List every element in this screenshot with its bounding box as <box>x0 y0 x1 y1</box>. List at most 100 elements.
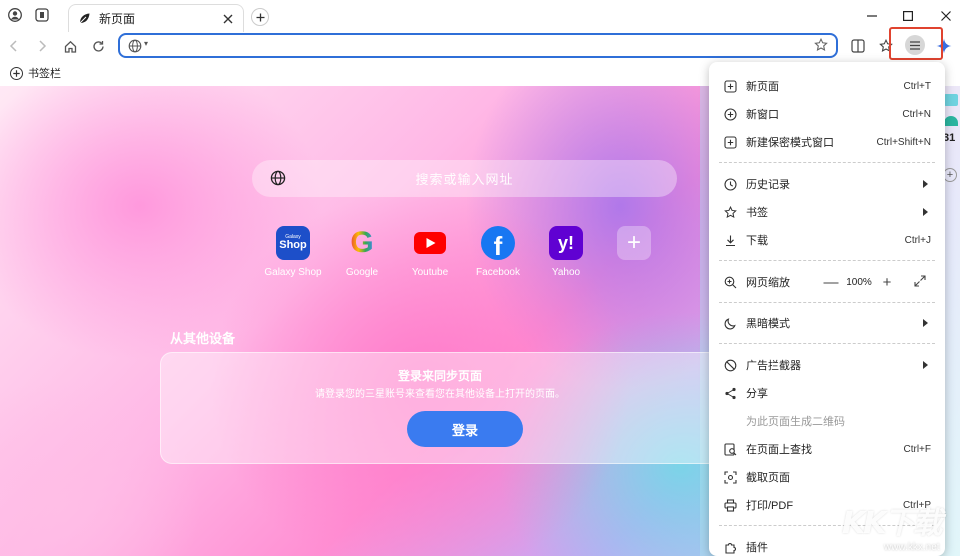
close-window-button[interactable] <box>936 6 956 26</box>
tab-bar: 新页面 <box>0 0 960 32</box>
tab-new-page[interactable]: 新页面 <box>68 4 244 32</box>
minimize-button[interactable] <box>862 6 882 26</box>
add-widget-icon[interactable]: + <box>943 168 957 182</box>
zoom-in-button[interactable]: + <box>879 274 895 291</box>
download-icon <box>723 233 737 247</box>
shortcut-facebook[interactable]: f Facebook <box>464 226 532 278</box>
submenu-arrow-icon <box>923 319 928 327</box>
bookmarks-bar-item[interactable]: 书签栏 <box>10 65 61 81</box>
back-button[interactable] <box>4 36 24 56</box>
zoom-level: 100% <box>846 276 872 288</box>
tab-manager-icon[interactable] <box>34 7 50 23</box>
shortcut-galaxy-shop[interactable]: Galaxy Shop Galaxy Shop <box>259 226 327 278</box>
qr-code-icon <box>723 414 737 428</box>
highlight-box <box>889 27 943 60</box>
menu-label: 黑暗模式 <box>746 318 790 330</box>
menu-item-screenshot[interactable]: 截取页面 <box>709 466 945 488</box>
menu-item-new-window[interactable]: 新窗口 Ctrl+N <box>709 103 945 125</box>
globe-icon <box>270 170 286 186</box>
add-shortcut-button[interactable]: + <box>600 226 668 260</box>
menu-label: 下载 <box>746 235 768 247</box>
tab-title: 新页面 <box>99 12 136 26</box>
youtube-icon <box>413 226 447 260</box>
menu-item-new-private-window[interactable]: 新建保密模式窗口 Ctrl+Shift+N <box>709 131 945 153</box>
menu-item-zoom: 网页缩放 — 100% + <box>709 271 945 293</box>
forward-button[interactable] <box>32 36 52 56</box>
private-window-icon <box>723 135 737 149</box>
clock-icon <box>723 177 737 191</box>
galaxy-shop-icon: Galaxy Shop <box>276 226 310 260</box>
close-icon[interactable] <box>221 12 235 26</box>
watermark-logo: KK下载 <box>842 506 942 541</box>
split-view-button[interactable] <box>848 36 868 56</box>
sync-title: 登录来同步页面 <box>397 369 482 383</box>
menu-divider <box>719 302 935 303</box>
printer-icon <box>723 498 737 512</box>
menu-item-new-tab[interactable]: 新页面 Ctrl+T <box>709 75 945 97</box>
menu-label: 广告拦截器 <box>746 360 801 372</box>
menu-label: 截取页面 <box>746 472 790 484</box>
star-icon[interactable] <box>814 38 828 52</box>
shortcut-label: Facebook <box>476 267 520 278</box>
galaxy-shop-badge-line2: Shop <box>279 239 307 251</box>
back-arrow-icon <box>9 40 17 52</box>
main-menu: 新页面 Ctrl+T 新窗口 Ctrl+N 新建保密模式窗口 Ctrl+Shif… <box>709 62 945 556</box>
facebook-glyph: f <box>493 230 503 261</box>
google-icon: G <box>345 226 379 260</box>
new-tab-icon <box>723 79 737 93</box>
menu-shortcut: Ctrl+Shift+N <box>876 136 931 148</box>
puzzle-icon <box>723 540 737 554</box>
menu-item-dark-mode[interactable]: 黑暗模式 <box>709 312 945 334</box>
menu-shortcut: Ctrl+T <box>903 80 932 92</box>
menu-label: 新页面 <box>746 81 779 93</box>
add-circle-icon <box>10 66 23 80</box>
globe-icon[interactable] <box>128 39 142 53</box>
menu-item-ad-blocker[interactable]: 广告拦截器 <box>709 354 945 376</box>
leaf-icon <box>77 12 91 26</box>
address-input[interactable] <box>156 37 796 55</box>
zoom-out-button[interactable]: — <box>823 274 839 291</box>
menu-item-share[interactable]: 分享 <box>709 382 945 404</box>
maximize-button[interactable] <box>898 6 918 26</box>
reload-button[interactable] <box>88 36 108 56</box>
menu-item-bookmarks[interactable]: 书签 <box>709 201 945 223</box>
yahoo-icon: y! <box>549 226 583 260</box>
find-in-page-icon <box>723 442 737 456</box>
shortcut-label: Yahoo <box>551 267 581 278</box>
new-tab-button[interactable] <box>251 8 269 26</box>
fullscreen-icon <box>914 275 926 287</box>
plus-icon <box>256 13 264 21</box>
menu-label: 书签 <box>746 207 768 219</box>
shortcut-google[interactable]: G Google <box>328 226 396 278</box>
submenu-arrow-icon <box>923 361 928 369</box>
share-icon <box>723 386 737 400</box>
reload-icon <box>92 40 104 52</box>
shortcut-youtube[interactable]: Youtube <box>396 226 464 278</box>
caret-down-icon[interactable]: ▾ <box>144 39 148 48</box>
shortcut-label: Google <box>345 267 379 278</box>
fullscreen-button[interactable] <box>914 275 928 289</box>
shortcut-label: Galaxy Shop <box>264 267 322 278</box>
address-bar[interactable]: ▾ <box>118 33 838 58</box>
home-icon <box>64 40 76 53</box>
shortcut-yahoo[interactable]: y! Yahoo <box>532 226 600 278</box>
widget-icon[interactable] <box>944 94 958 106</box>
menu-item-find-in-page[interactable]: 在页面上查找 Ctrl+F <box>709 438 945 460</box>
shortcut-label: Youtube <box>411 267 449 278</box>
profile-icon[interactable] <box>7 7 23 23</box>
menu-label: 打印/PDF <box>746 500 794 512</box>
widget-icon[interactable] <box>944 116 958 126</box>
add-shortcut-glyph: + <box>626 229 641 256</box>
menu-label: 插件 <box>746 542 768 554</box>
watermark: KK下载 www.kkx.net <box>832 496 960 556</box>
home-button[interactable] <box>60 36 80 56</box>
login-button[interactable]: 登录 <box>407 411 523 447</box>
search-box[interactable]: 搜索或输入网址 <box>252 160 677 197</box>
menu-item-history[interactable]: 历史记录 <box>709 173 945 195</box>
menu-item-downloads[interactable]: 下载 Ctrl+J <box>709 229 945 251</box>
menu-item-qr-code: 为此页面生成二维码 <box>709 410 945 432</box>
search-placeholder: 搜索或输入网址 <box>415 172 514 187</box>
toolbar: ▾ <box>0 32 960 60</box>
facebook-icon: f <box>481 226 515 261</box>
watermark-url: www.kkx.net <box>884 542 940 553</box>
